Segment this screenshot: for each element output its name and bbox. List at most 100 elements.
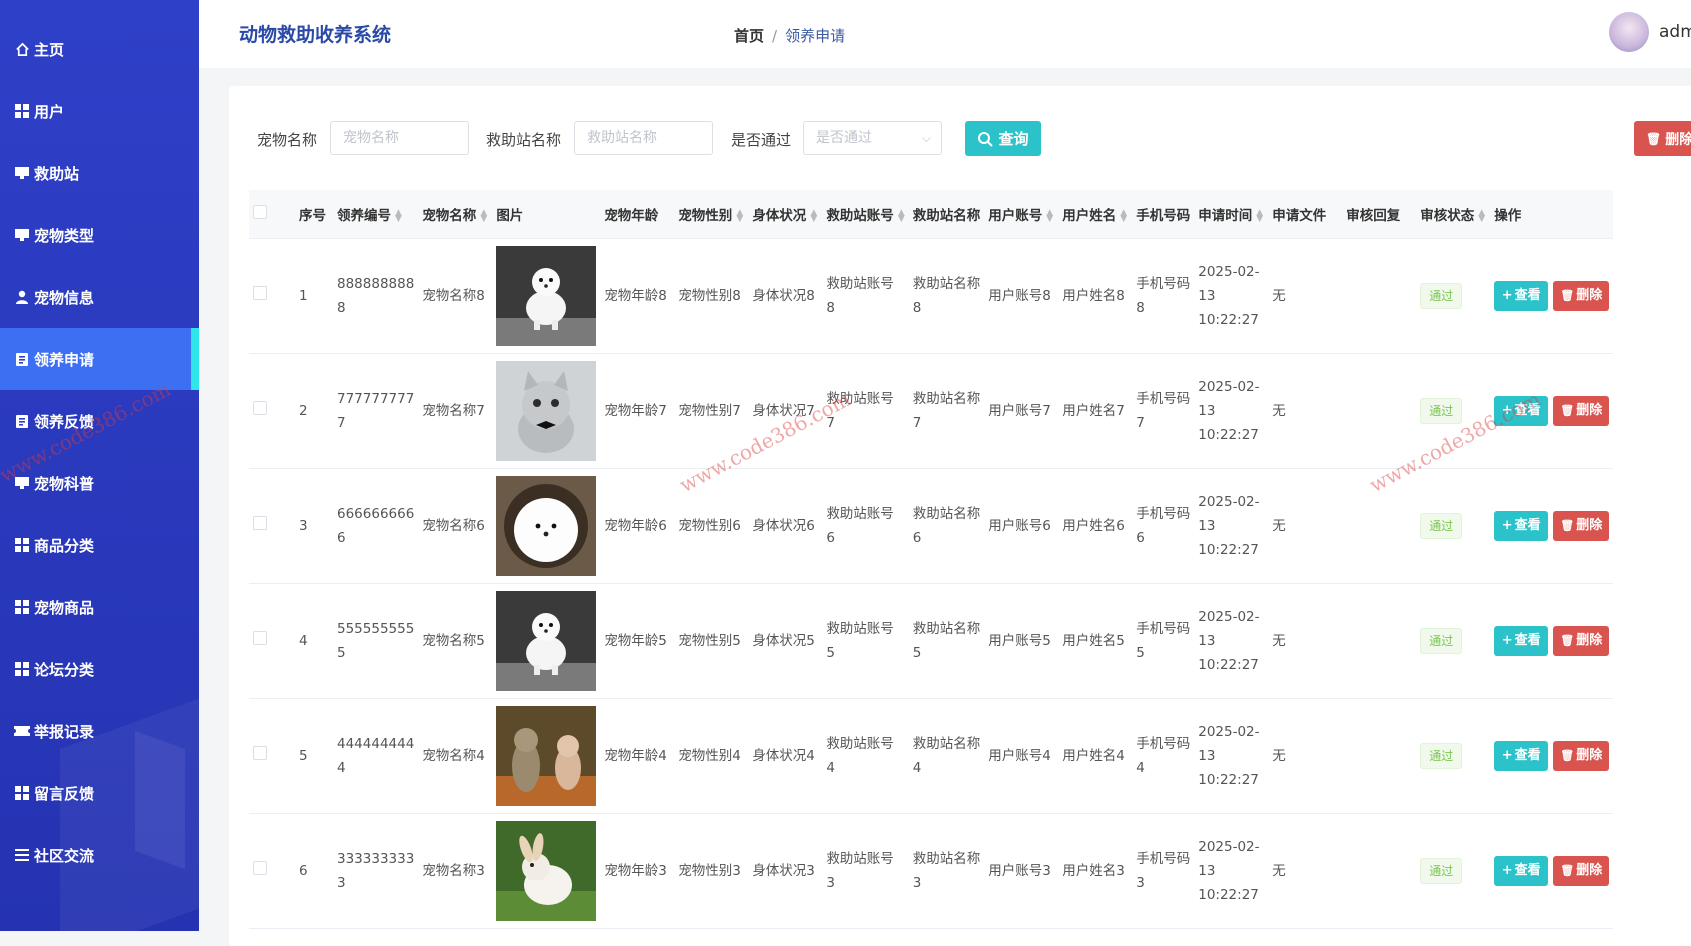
view-button[interactable]: + 查看: [1494, 510, 1549, 541]
pet-gender-cell-text: 宠物性别8: [678, 287, 741, 304]
column-header[interactable]: 身体状况 ▲ ▼: [748, 190, 823, 239]
apply-file-cell-text: 无: [1272, 402, 1286, 419]
row-checkbox[interactable]: [253, 400, 267, 415]
plus-icon: +: [1501, 287, 1513, 303]
row-checkbox[interactable]: [253, 745, 267, 760]
select-all-checkbox[interactable]: [253, 204, 267, 219]
apply-time-cell-text: 10:22:27: [1198, 311, 1259, 328]
home-icon: [14, 41, 30, 57]
review-reply-cell: [1342, 583, 1417, 699]
station-name-input[interactable]: 救助站名称: [574, 121, 713, 155]
row-checkbox[interactable]: [253, 860, 267, 875]
user-name-cell-text: 用户姓名5: [1062, 632, 1125, 649]
user-name-cell-text: 用户姓名4: [1062, 747, 1125, 764]
column-header-label: 领养编号: [337, 207, 391, 224]
sidebar-item-1[interactable]: 用户: [0, 80, 199, 142]
user-account-cell: 用户账号8: [984, 238, 1059, 354]
delete-button[interactable]: 🗑 删除: [1553, 855, 1610, 886]
apply-file-cell-text: 无: [1272, 517, 1286, 534]
view-button[interactable]: + 查看: [1494, 280, 1549, 311]
column-header[interactable]: 审核状态 ▲ ▼: [1416, 190, 1491, 239]
sidebar-item-2[interactable]: 救助站: [0, 142, 199, 204]
pet-name-cell-text: 宠物名称4: [422, 747, 485, 764]
sort-icon[interactable]: ▲ ▼: [1256, 208, 1263, 223]
username[interactable]: admin: [1659, 22, 1691, 42]
table-body: 1 888888888 8 宠物名称8 宠物年龄8 宠物性别8 身体状况8 救助站账号 8 救助站…: [249, 238, 1614, 929]
pet-image-cell: [492, 583, 601, 699]
delete-button[interactable]: 🗑 删除: [1553, 740, 1610, 771]
station-account-cell-text: 救助站账号: [826, 390, 894, 407]
user-account-cell-text: 用户账号3: [988, 862, 1051, 879]
pet-gender-cell: 宠物性别3: [674, 813, 749, 929]
pet-name-input[interactable]: 宠物名称: [330, 121, 469, 155]
sidebar-item-4[interactable]: 宠物信息: [0, 266, 199, 328]
white-pomeranian-image[interactable]: [496, 475, 597, 576]
sidebar-item-11[interactable]: 举报记录: [0, 700, 199, 762]
batch-delete-button[interactable]: 🗑 删除: [1634, 121, 1691, 156]
adoption-code-cell: 777777777 7: [333, 353, 419, 469]
column-header[interactable]: 宠物性别 ▲ ▼: [674, 190, 749, 239]
sort-icon[interactable]: ▲ ▼: [395, 208, 402, 223]
column-header[interactable]: 救助站账号 ▲ ▼: [822, 190, 909, 239]
column-header[interactable]: 领养编号 ▲ ▼: [333, 190, 419, 239]
sort-icon[interactable]: ▲ ▼: [1478, 208, 1485, 223]
sort-icon[interactable]: ▲ ▼: [1120, 208, 1127, 223]
pass-status-select[interactable]: 是否通过 ⌵: [803, 121, 942, 155]
sort-icon[interactable]: ▲ ▼: [480, 208, 487, 223]
pet-gender-cell: 宠物性别6: [674, 468, 749, 584]
view-button[interactable]: + 查看: [1494, 855, 1549, 886]
adoption-code-cell-text: 555555555: [337, 620, 415, 637]
grey-kitten-image[interactable]: [496, 360, 597, 461]
user-name-cell-text: 用户姓名7: [1062, 402, 1125, 419]
column-header[interactable]: 申请时间 ▲ ▼: [1194, 190, 1269, 239]
phone-cell: 手机号码 4: [1132, 698, 1195, 814]
view-button[interactable]: + 查看: [1494, 740, 1549, 771]
actions-cell: + 查看 🗑 删除: [1490, 813, 1614, 929]
sidebar-item-6[interactable]: 领养反馈: [0, 390, 199, 452]
station-name-cell-text: 8: [912, 299, 922, 316]
white-ferret-image[interactable]: [496, 590, 597, 691]
sidebar-item-9[interactable]: 宠物商品: [0, 576, 199, 638]
tabby-kittens-image[interactable]: [496, 705, 597, 806]
query-button[interactable]: 查询: [965, 121, 1041, 156]
avatar[interactable]: [1609, 12, 1649, 52]
apply-time-cell-text: 10:22:27: [1198, 886, 1259, 903]
phone-cell-text: 手机号码: [1136, 505, 1191, 522]
row-checkbox[interactable]: [253, 630, 267, 645]
row-checkbox[interactable]: [253, 515, 267, 530]
sidebar-item-5[interactable]: 领养申请: [0, 328, 199, 390]
sidebar-item-3[interactable]: 宠物类型: [0, 204, 199, 266]
column-header-label: 救助站账号: [826, 207, 894, 224]
status-badge: 通过: [1420, 857, 1463, 884]
breadcrumb-current: 领养申请: [785, 27, 846, 45]
station-account-cell-text: 6: [826, 529, 835, 546]
row-checkbox[interactable]: [253, 285, 267, 300]
row-select-cell: [249, 813, 295, 929]
sidebar-item-13[interactable]: 社区交流: [0, 824, 199, 886]
column-header[interactable]: 用户姓名 ▲ ▼: [1058, 190, 1133, 239]
white-rabbit-image[interactable]: [496, 820, 597, 921]
sidebar-item-12[interactable]: 留言反馈: [0, 762, 199, 824]
column-header-label: 序号: [299, 207, 326, 224]
phone-cell-text: 7: [1136, 414, 1145, 431]
delete-button[interactable]: 🗑 删除: [1553, 510, 1610, 541]
sidebar-item-7[interactable]: 宠物科普: [0, 452, 199, 514]
white-ferret-image[interactable]: [496, 245, 597, 346]
view-button[interactable]: + 查看: [1494, 395, 1549, 426]
view-button[interactable]: + 查看: [1494, 625, 1549, 656]
station-name-cell-text: 救助站名称: [912, 390, 981, 407]
delete-button[interactable]: 🗑 删除: [1553, 625, 1610, 656]
delete-button[interactable]: 🗑 删除: [1553, 280, 1610, 311]
column-header[interactable]: 宠物名称 ▲ ▼: [418, 190, 493, 239]
sort-icon[interactable]: ▲ ▼: [898, 208, 905, 223]
station-name-cell-text: 6: [912, 529, 922, 546]
sidebar-item-10[interactable]: 论坛分类: [0, 638, 199, 700]
sidebar-item-0[interactable]: 主页: [0, 18, 199, 80]
sidebar-item-8[interactable]: 商品分类: [0, 514, 199, 576]
sort-icon[interactable]: ▲ ▼: [736, 208, 743, 223]
delete-button[interactable]: 🗑 删除: [1553, 395, 1610, 426]
sort-icon[interactable]: ▲ ▼: [1046, 208, 1053, 223]
breadcrumb-home[interactable]: 首页: [734, 27, 764, 45]
column-header[interactable]: 用户账号 ▲ ▼: [984, 190, 1059, 239]
sort-icon[interactable]: ▲ ▼: [810, 208, 817, 223]
